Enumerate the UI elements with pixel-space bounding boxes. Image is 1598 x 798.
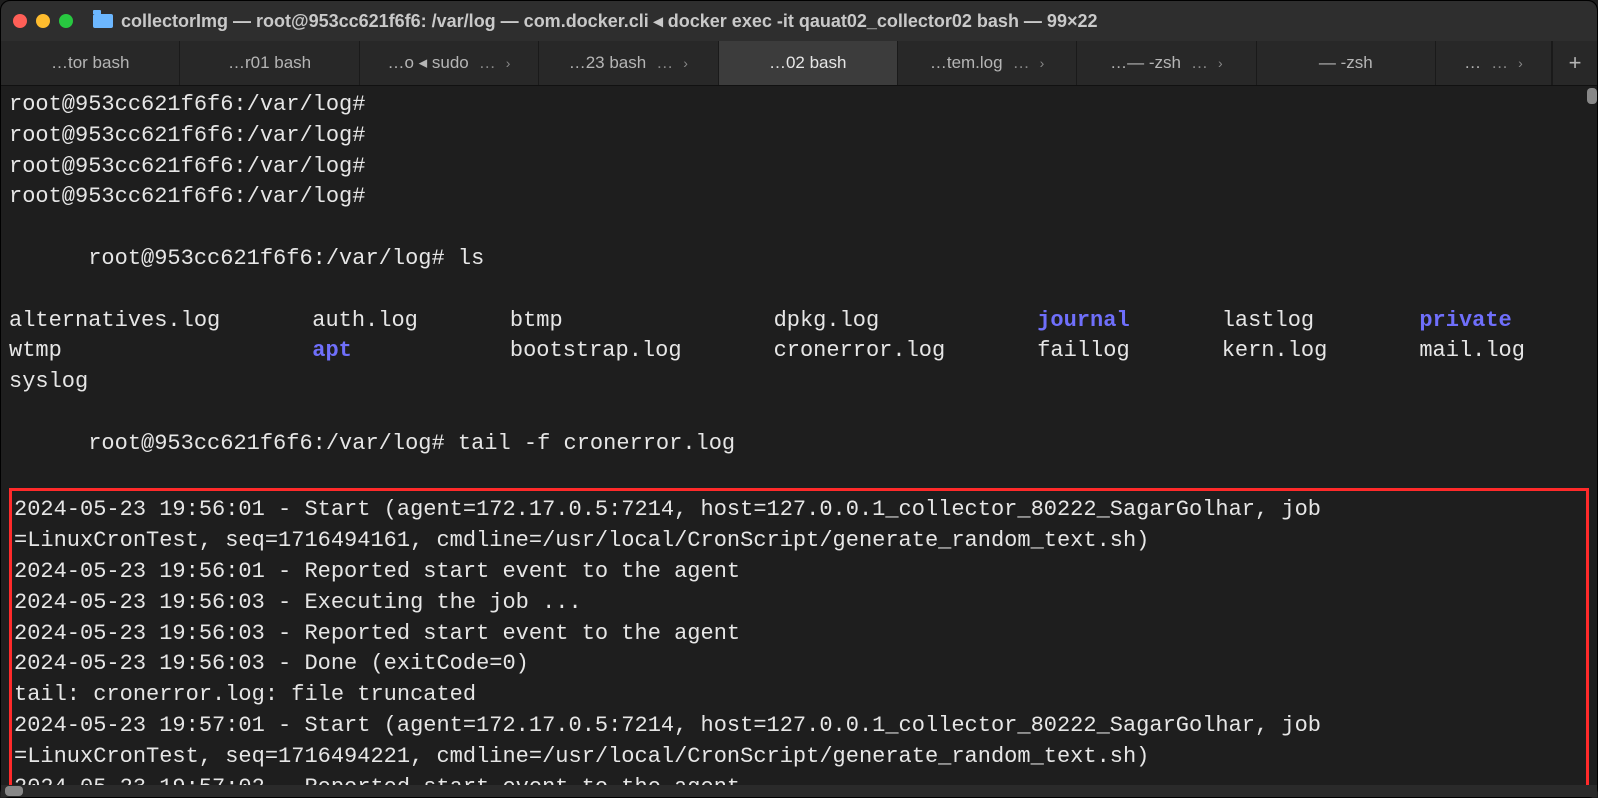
- zoom-icon[interactable]: [59, 14, 73, 28]
- tab-label: …— -zsh: [1110, 53, 1181, 73]
- tab-2[interactable]: …o ◂ sudo … ›: [360, 41, 539, 85]
- prompt: root@953cc621f6f6:/var/log#: [9, 123, 365, 148]
- file-name: faillog: [1037, 336, 1193, 367]
- terminal-content[interactable]: root@953cc621f6f6:/var/log# root@953cc62…: [1, 86, 1597, 785]
- tab-extra-icon: …: [656, 53, 673, 73]
- prompt: root@953cc621f6f6:/var/log#: [9, 184, 365, 209]
- file-name: bootstrap.log: [510, 336, 746, 367]
- tab-0[interactable]: …tor bash: [1, 41, 180, 85]
- tab-label: …tor bash: [51, 53, 129, 73]
- chevron-right-icon[interactable]: ›: [1040, 55, 1045, 71]
- log-line: tail: cronerror.log: file truncated: [14, 680, 1584, 711]
- minimize-icon[interactable]: [36, 14, 50, 28]
- log-line: =LinuxCronTest, seq=1716494221, cmdline=…: [14, 742, 1584, 773]
- tab-6[interactable]: …— -zsh … ›: [1077, 41, 1256, 85]
- log-line: 2024-05-23 19:56:03 - Reported start eve…: [14, 619, 1584, 650]
- tab-3[interactable]: …23 bash … ›: [539, 41, 718, 85]
- file-name: dpkg.log: [774, 306, 1010, 337]
- dir-name: private: [1419, 306, 1589, 337]
- log-line: 2024-05-23 19:56:03 - Executing the job …: [14, 588, 1584, 619]
- log-line: 2024-05-23 19:57:01 - Start (agent=172.1…: [14, 711, 1584, 742]
- log-line: 2024-05-23 19:56:03 - Done (exitCode=0): [14, 649, 1584, 680]
- folder-icon: [93, 14, 113, 28]
- scrollbar-horizontal[interactable]: [1, 785, 1597, 797]
- tab-8[interactable]: … … ›: [1436, 41, 1552, 85]
- terminal-window: collectorImg — root@953cc621f6f6: /var/l…: [0, 0, 1598, 798]
- log-line: 2024-05-23 19:56:01 - Reported start eve…: [14, 557, 1584, 588]
- dir-name: apt: [312, 336, 482, 367]
- tab-label: …o ◂ sudo: [387, 53, 468, 73]
- add-tab-button[interactable]: +: [1552, 41, 1597, 85]
- tab-label: …tem.log: [930, 53, 1003, 73]
- file-name: kern.log: [1222, 336, 1392, 367]
- file-name: lastlog: [1222, 306, 1392, 337]
- chevron-right-icon[interactable]: ›: [1518, 55, 1523, 71]
- close-icon[interactable]: [13, 14, 27, 28]
- tab-7[interactable]: — -zsh: [1257, 41, 1436, 85]
- scrollbar-vertical[interactable]: [1587, 88, 1597, 104]
- window-title: collectorImg — root@953cc621f6f6: /var/l…: [121, 11, 1098, 32]
- file-name: wtmp: [9, 336, 284, 367]
- command-ls: ls: [458, 246, 484, 271]
- highlight-annotation: 2024-05-23 19:56:01 - Start (agent=172.1…: [9, 488, 1589, 785]
- prompt: root@953cc621f6f6:/var/log#: [88, 246, 444, 271]
- chevron-right-icon[interactable]: ›: [683, 55, 688, 71]
- log-line: =LinuxCronTest, seq=1716494161, cmdline=…: [14, 526, 1584, 557]
- log-line: 2024-05-23 19:57:02 - Reported start eve…: [14, 773, 1584, 785]
- tab-extra-icon: …: [479, 53, 496, 73]
- file-name: mail.log: [1419, 336, 1589, 367]
- file-name: alternatives.log: [9, 306, 284, 337]
- file-name: cronerror.log: [774, 336, 1010, 367]
- ls-output: alternatives.log auth.log btmp dpkg.log …: [9, 306, 1589, 398]
- tab-label: …: [1464, 53, 1481, 73]
- tab-extra-icon: …: [1013, 53, 1030, 73]
- prompt: root@953cc621f6f6:/var/log#: [9, 92, 365, 117]
- file-name: [312, 367, 482, 398]
- dir-name: journal: [1037, 306, 1193, 337]
- log-line: 2024-05-23 19:56:01 - Start (agent=172.1…: [14, 495, 1584, 526]
- prompt: root@953cc621f6f6:/var/log#: [9, 154, 365, 179]
- prompt: root@953cc621f6f6:/var/log#: [88, 431, 444, 456]
- file-name: auth.log: [312, 306, 482, 337]
- traffic-lights: [13, 14, 73, 28]
- chevron-right-icon[interactable]: ›: [506, 55, 511, 71]
- tab-label: …02 bash: [769, 53, 847, 73]
- tab-5[interactable]: …tem.log … ›: [898, 41, 1077, 85]
- tab-label: …r01 bash: [228, 53, 311, 73]
- titlebar: collectorImg — root@953cc621f6f6: /var/l…: [1, 1, 1597, 41]
- tab-4[interactable]: …02 bash: [719, 41, 898, 85]
- tab-extra-icon: …: [1191, 53, 1208, 73]
- command-tail: tail -f cronerror.log: [458, 431, 735, 456]
- tab-label: …23 bash: [569, 53, 647, 73]
- tab-extra-icon: …: [1491, 53, 1508, 73]
- file-name: syslog: [9, 367, 284, 398]
- tab-label: — -zsh: [1319, 53, 1373, 73]
- file-name: btmp: [510, 306, 746, 337]
- tab-bar: …tor bash …r01 bash …o ◂ sudo … › …23 ba…: [1, 41, 1597, 86]
- chevron-right-icon[interactable]: ›: [1218, 55, 1223, 71]
- tab-1[interactable]: …r01 bash: [180, 41, 359, 85]
- scrollbar-thumb[interactable]: [5, 786, 23, 796]
